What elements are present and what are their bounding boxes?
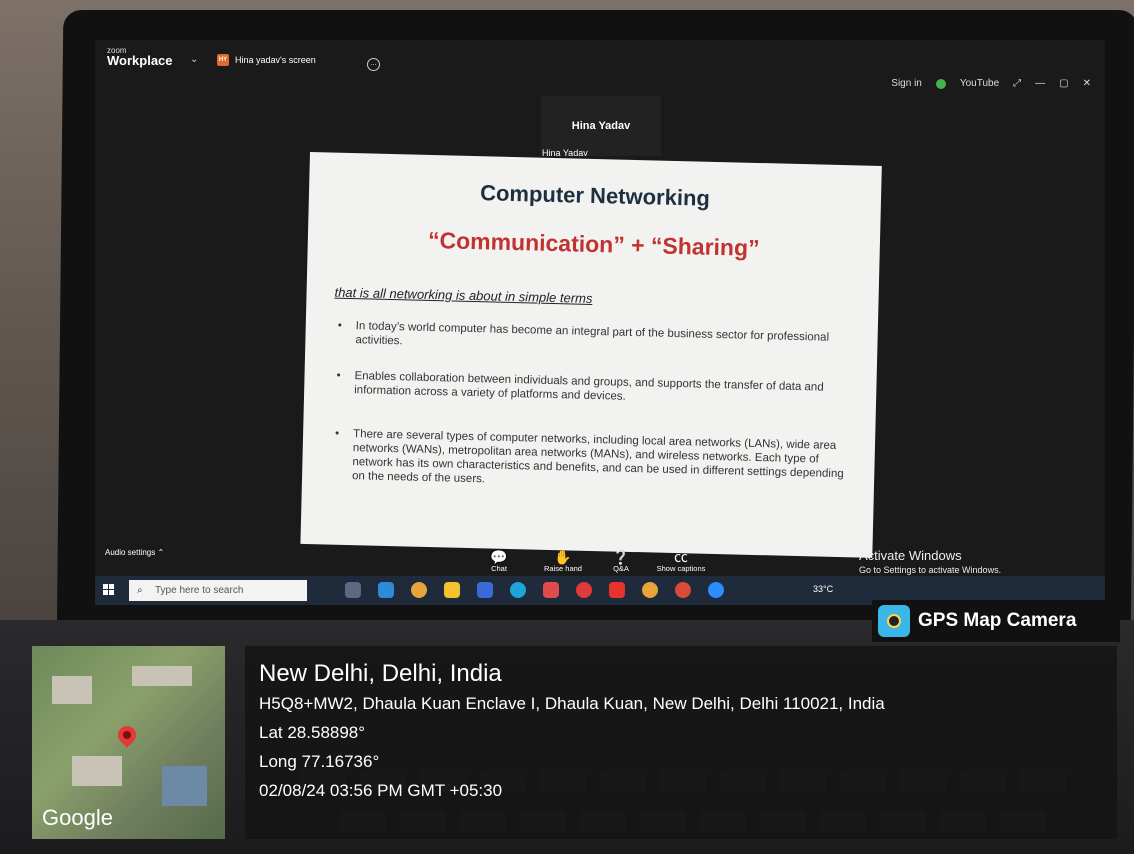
restore-icon[interactable]: ▢	[1059, 78, 1068, 89]
map-building	[52, 676, 92, 704]
chat-button[interactable]: 💬 Chat	[469, 550, 529, 573]
captions-label: Show captions	[656, 564, 706, 573]
location-latitude: Lat 28.58898°	[259, 723, 366, 742]
speaker-name: Hina Yadav	[571, 120, 631, 132]
app-icon[interactable]	[477, 582, 493, 598]
slide-title: Computer Networking	[479, 180, 711, 211]
slide-tagline: that is all networking is about in simpl…	[334, 284, 593, 306]
map-building	[162, 766, 207, 806]
media-player-icon[interactable]	[576, 582, 592, 598]
shield-icon	[935, 78, 946, 89]
activate-windows-watermark: Activate Windows Go to Settings to activ…	[859, 548, 1001, 575]
slide-bullet: In today’s world computer has become an …	[333, 319, 854, 360]
qa-button[interactable]: ❔ Q&A	[591, 550, 651, 573]
shared-slide: Computer Networking “Communication” + “S…	[300, 152, 882, 558]
cc-icon: ㏄	[674, 549, 688, 565]
app-icon[interactable]	[543, 582, 559, 598]
raise-hand-button[interactable]: ✋ Raise hand	[533, 550, 593, 573]
qa-icon: ❔	[612, 549, 630, 565]
close-icon[interactable]: ✕	[1083, 78, 1091, 89]
zoom-title-bar: zoom Workplace ⌄ HY Hina yadav's screen …	[95, 40, 1105, 89]
window-controls: Sign in YouTube ⤢ — ▢ ✕	[891, 78, 1091, 89]
zoom-brand-big: Workplace	[107, 53, 173, 68]
gps-info-panel: New Delhi, Delhi, India H5Q8+MW2, Dhaula…	[245, 646, 1117, 839]
speaker-label: Hina Yadav	[542, 148, 588, 158]
sticky-notes-icon[interactable]	[444, 582, 460, 598]
chrome-icon[interactable]	[411, 582, 427, 598]
gps-camera-icon	[878, 605, 910, 637]
screen-share-chip[interactable]: HY Hina yadav's screen	[217, 54, 316, 66]
more-options-icon[interactable]: …	[367, 58, 380, 71]
captions-button[interactable]: ㏄ Show captions	[651, 550, 711, 573]
zoom-app-icon[interactable]	[708, 582, 724, 598]
edge-icon[interactable]	[510, 582, 526, 598]
location-address: H5Q8+MW2, Dhaula Kuan Enclave I, Dhaula …	[259, 694, 885, 713]
taskbar-search-input[interactable]: ⌕ Type here to search	[129, 580, 307, 601]
minimize-icon[interactable]: —	[1035, 78, 1045, 89]
raise-hand-label: Raise hand	[544, 564, 582, 573]
expand-icon[interactable]: ⤢	[1013, 78, 1021, 89]
sign-in-link[interactable]: Sign in	[891, 78, 922, 89]
slide-bullet: There are several types of computer netw…	[330, 427, 851, 496]
taskbar-app-icons	[345, 582, 724, 598]
share-label: Hina yadav's screen	[235, 55, 316, 65]
google-logo: Google	[42, 805, 113, 830]
chrome-profile-icon[interactable]	[675, 582, 691, 598]
activate-subtitle: Go to Settings to activate Windows.	[859, 565, 1002, 575]
search-icon: ⌕	[137, 585, 143, 596]
chevron-down-icon[interactable]: ⌄	[190, 54, 198, 65]
qa-label: Q&A	[613, 564, 629, 573]
location-longitude: Long 77.16736°	[259, 752, 380, 771]
gps-camera-badge: GPS Map Camera	[872, 600, 1120, 642]
location-datetime: 02/08/24 03:56 PM GMT +05:30	[259, 781, 503, 800]
youtube-icon[interactable]	[609, 582, 625, 598]
chat-icon: 💬	[490, 549, 508, 565]
location-pin-icon	[114, 722, 140, 748]
map-building	[72, 756, 122, 786]
activate-title: Activate Windows	[859, 548, 962, 563]
laptop-screen: zoom Workplace ⌄ HY Hina yadav's screen …	[95, 40, 1105, 605]
gps-badge-label: GPS Map Camera	[918, 610, 1077, 631]
chat-label: Chat	[491, 564, 507, 573]
file-explorer-icon[interactable]	[378, 582, 394, 598]
slide-subtitle: “Communication” + “Sharing”	[427, 226, 760, 262]
map-building	[132, 666, 192, 686]
task-view-icon[interactable]	[345, 582, 361, 598]
youtube-menu[interactable]: YouTube	[960, 78, 999, 89]
windows-start-icon[interactable]	[103, 584, 115, 596]
speaker-video-tile[interactable]: Hina Yadav	[541, 96, 661, 156]
weather-temperature[interactable]: 33°C	[813, 584, 833, 594]
chrome-icon[interactable]	[642, 582, 658, 598]
search-placeholder: Type here to search	[155, 585, 244, 596]
slide-bullets: In today’s world computer has become an …	[329, 319, 853, 518]
location-city: New Delhi, Delhi, India	[259, 660, 502, 687]
map-thumbnail: Google	[32, 646, 225, 839]
share-avatar-badge: HY	[217, 54, 229, 66]
hand-icon: ✋	[554, 549, 572, 565]
audio-settings-label: Audio settings	[105, 548, 156, 557]
zoom-logo: zoom Workplace	[107, 46, 173, 68]
slide-bullet: Enables collaboration between individual…	[332, 369, 853, 410]
audio-settings-button[interactable]: Audio settings ⌃	[105, 548, 164, 557]
